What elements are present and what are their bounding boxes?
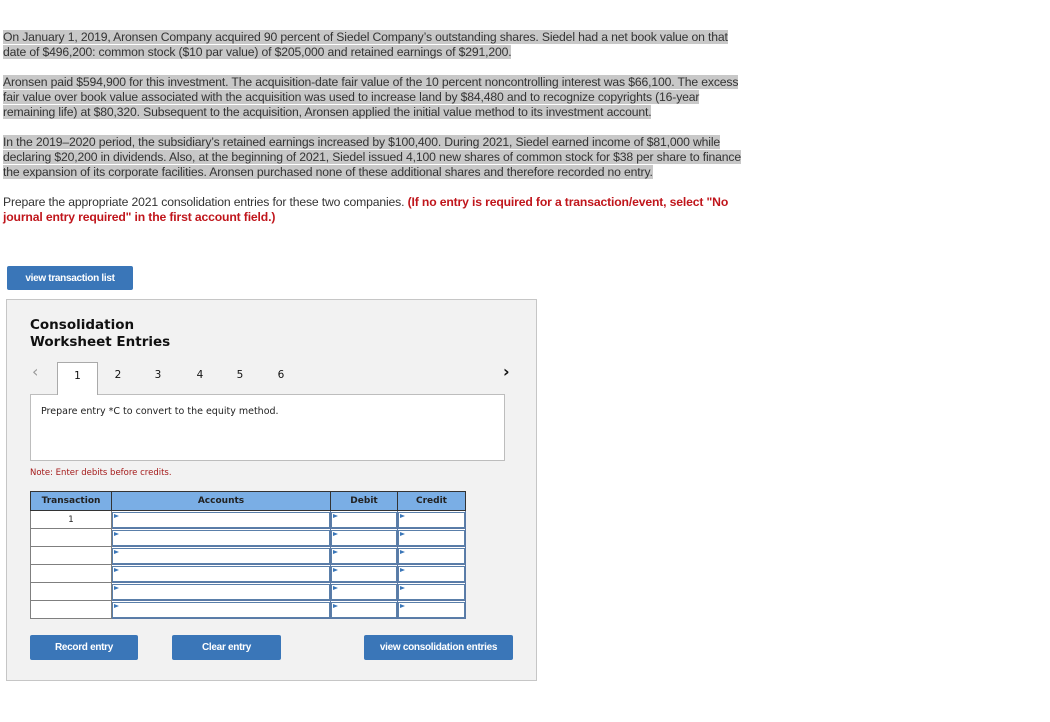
credit-input[interactable] bbox=[398, 565, 465, 582]
tab-6[interactable]: 6 bbox=[271, 362, 291, 393]
panel-title: Consolidation Worksheet Entries bbox=[30, 317, 171, 350]
debit-input[interactable] bbox=[331, 565, 397, 582]
credit-input[interactable] bbox=[398, 601, 465, 618]
table-row: 1 bbox=[30, 510, 466, 529]
paragraph-1: On January 1, 2019, Aronsen Company acqu… bbox=[3, 30, 728, 59]
record-entry-button[interactable]: Record entry bbox=[30, 635, 138, 660]
credit-input-cell bbox=[397, 564, 466, 583]
view-consolidation-entries-button[interactable]: view consolidation entries bbox=[364, 635, 513, 660]
debit-input-cell bbox=[330, 582, 398, 601]
account-dropdown[interactable] bbox=[112, 547, 330, 564]
chevron-right-icon[interactable]: › bbox=[503, 362, 510, 381]
problem-statement: On January 1, 2019, Aronsen Company acqu… bbox=[3, 30, 748, 225]
table-row bbox=[30, 528, 466, 547]
credit-input-cell bbox=[397, 582, 466, 601]
tab-3[interactable]: 3 bbox=[148, 362, 168, 393]
tab-4[interactable]: 4 bbox=[190, 362, 210, 393]
table-row bbox=[30, 582, 466, 601]
tab-1[interactable]: 1 bbox=[57, 362, 98, 395]
journal-entry-table: Transaction Accounts Debit Credit 1 bbox=[30, 491, 466, 619]
worksheet-panel: Consolidation Worksheet Entries ‹ 1 2 3 … bbox=[6, 299, 537, 681]
account-dropdown-cell bbox=[111, 564, 331, 583]
view-transaction-list-button[interactable]: view transaction list bbox=[7, 266, 133, 290]
credit-input-cell bbox=[397, 600, 466, 619]
debit-input-cell bbox=[330, 600, 398, 619]
debit-input-cell bbox=[330, 510, 398, 529]
debit-input-cell bbox=[330, 564, 398, 583]
paragraph-2: Aronsen paid $594,900 for this investmen… bbox=[3, 75, 739, 119]
credit-input[interactable] bbox=[398, 511, 465, 528]
entry-prompt-box: Prepare entry *C to convert to the equit… bbox=[30, 394, 505, 461]
debit-input[interactable] bbox=[331, 511, 397, 528]
header-accounts: Accounts bbox=[111, 491, 331, 511]
account-dropdown-cell bbox=[111, 510, 331, 529]
debit-credit-note: Note: Enter debits before credits. bbox=[30, 468, 172, 478]
debit-input[interactable] bbox=[331, 583, 397, 600]
credit-input[interactable] bbox=[398, 547, 465, 564]
tab-2[interactable]: 2 bbox=[108, 362, 128, 393]
account-dropdown-cell bbox=[111, 546, 331, 565]
transaction-cell bbox=[30, 564, 112, 583]
account-dropdown-cell bbox=[111, 582, 331, 601]
table-row bbox=[30, 546, 466, 565]
account-dropdown[interactable] bbox=[112, 511, 330, 528]
transaction-cell bbox=[30, 546, 112, 565]
header-debit: Debit bbox=[330, 491, 398, 511]
instruction: Prepare the appropriate 2021 consolidati… bbox=[3, 195, 729, 224]
credit-input-cell bbox=[397, 546, 466, 565]
account-dropdown-cell bbox=[111, 600, 331, 619]
table-row bbox=[30, 600, 466, 619]
transaction-cell bbox=[30, 600, 112, 619]
chevron-left-icon[interactable]: ‹ bbox=[32, 362, 38, 381]
credit-input-cell bbox=[397, 510, 466, 529]
transaction-cell bbox=[30, 582, 112, 601]
account-dropdown[interactable] bbox=[112, 565, 330, 582]
debit-input-cell bbox=[330, 546, 398, 565]
debit-input[interactable] bbox=[331, 547, 397, 564]
debit-input[interactable] bbox=[331, 601, 397, 618]
table-row bbox=[30, 564, 466, 583]
account-dropdown-cell bbox=[111, 528, 331, 547]
credit-input-cell bbox=[397, 528, 466, 547]
transaction-cell: 1 bbox=[30, 510, 112, 529]
account-dropdown[interactable] bbox=[112, 583, 330, 600]
credit-input[interactable] bbox=[398, 583, 465, 600]
table-header-row: Transaction Accounts Debit Credit bbox=[30, 491, 466, 511]
transaction-cell bbox=[30, 528, 112, 547]
tab-5[interactable]: 5 bbox=[230, 362, 250, 393]
clear-entry-button[interactable]: Clear entry bbox=[172, 635, 281, 660]
debit-input-cell bbox=[330, 528, 398, 547]
header-transaction: Transaction bbox=[30, 491, 112, 511]
credit-input[interactable] bbox=[398, 529, 465, 546]
debit-input[interactable] bbox=[331, 529, 397, 546]
header-credit: Credit bbox=[397, 491, 466, 511]
account-dropdown[interactable] bbox=[112, 529, 330, 546]
entry-prompt: Prepare entry *C to convert to the equit… bbox=[41, 406, 279, 417]
paragraph-3: In the 2019–2020 period, the subsidiary’… bbox=[3, 135, 741, 179]
account-dropdown[interactable] bbox=[112, 601, 330, 618]
